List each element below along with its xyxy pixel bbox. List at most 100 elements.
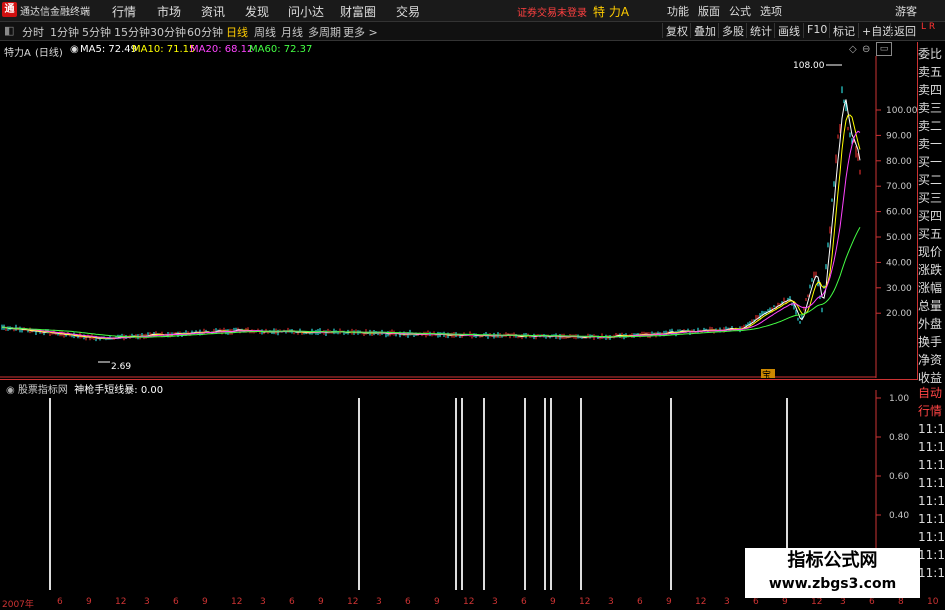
- app-name: 通达信金融终端: [20, 7, 90, 18]
- date-tick-label: 3: [260, 597, 266, 607]
- tool-stats[interactable]: 统计: [746, 23, 775, 38]
- price-tick-label: 40.00: [886, 258, 912, 268]
- menu-discover[interactable]: 发现: [245, 3, 269, 20]
- price-tick-label: 90.00: [886, 131, 912, 141]
- menu-options[interactable]: 选项: [760, 3, 782, 19]
- period-5min[interactable]: 5分钟: [82, 24, 111, 40]
- tick-time: 11:1: [918, 566, 945, 580]
- period-1min[interactable]: 1分钟: [50, 24, 79, 40]
- ma20-value: MA20: 68.12: [190, 44, 254, 55]
- tick-time: 11:1: [918, 494, 945, 508]
- date-tick-label: 12: [695, 597, 707, 607]
- tool-draw[interactable]: 画线: [774, 23, 803, 38]
- quote-field-label: 买四: [918, 209, 943, 223]
- settings-icon[interactable]: ◉: [70, 44, 79, 55]
- kline-chart[interactable]: 100.00 90.00 80.00 70.00 60.00 50.00 40.00 30.0…: [0, 56, 918, 378]
- period-15min[interactable]: 15分钟: [114, 24, 150, 40]
- tick-time: 11:1: [918, 512, 945, 526]
- menu-quotes[interactable]: 行情: [112, 3, 136, 20]
- tool-mark[interactable]: 标记: [829, 23, 858, 38]
- date-tick-label: 3: [144, 597, 150, 607]
- menu-function[interactable]: 功能: [667, 3, 689, 19]
- date-tick-label: 9: [782, 597, 788, 607]
- quote-field-label: 买五: [918, 227, 943, 241]
- tool-adjust[interactable]: 复权: [662, 23, 691, 38]
- lr-switch[interactable]: L R: [921, 23, 935, 32]
- period-intraday[interactable]: 分时: [22, 24, 44, 40]
- quote-field-label: 卖一: [918, 137, 943, 151]
- date-tick-label: 6: [289, 597, 295, 607]
- date-tick-label: 9: [434, 597, 440, 607]
- tool-f10[interactable]: F10: [803, 23, 830, 38]
- tick-time: 11:1: [918, 422, 945, 436]
- title-bar: [0, 0, 945, 22]
- date-tick-label: 12: [463, 597, 475, 607]
- login-warning[interactable]: 证券交易未登录: [517, 4, 587, 19]
- indicator-tick-label: 1.00: [889, 394, 909, 404]
- quote-field-label: 外盘: [918, 317, 943, 331]
- tick-time: 11:1: [918, 530, 945, 544]
- period-weekly[interactable]: 周线: [254, 24, 276, 40]
- indicator-tick-label: 0.40: [889, 511, 909, 521]
- date-tick-label: 3: [492, 597, 498, 607]
- price-tick-label: 70.00: [886, 182, 912, 192]
- tool-overlay[interactable]: 叠加: [690, 23, 719, 38]
- quote-field-label: 买二: [918, 173, 943, 187]
- collapse-icon[interactable]: ⊖: [862, 44, 870, 55]
- diamond-icon[interactable]: ◇: [849, 44, 857, 55]
- date-tick-label: 9: [318, 597, 324, 607]
- ma20-line: [2, 130, 861, 339]
- auto-quote-label[interactable]: 行情: [918, 402, 945, 420]
- ma10-line: [2, 114, 861, 339]
- quote-field-label: 卖二: [918, 119, 943, 133]
- ma10-value: MA10: 71.15: [132, 44, 196, 55]
- period-multi[interactable]: 多周期: [308, 24, 341, 40]
- quote-field-label: 买三: [918, 191, 943, 205]
- date-tick-label: 12: [579, 597, 591, 607]
- price-tick-label: 30.00: [886, 284, 912, 294]
- menu-news[interactable]: 资讯: [201, 3, 225, 20]
- date-tick-label: 3: [376, 597, 382, 607]
- date-tick-label: 6: [753, 597, 759, 607]
- menu-ask[interactable]: 问小达: [288, 3, 324, 20]
- date-tick-label: 12: [231, 597, 243, 607]
- tool-multi-stock[interactable]: 多股: [718, 23, 747, 38]
- tick-time: 11:1: [918, 458, 945, 472]
- auto-quote-label[interactable]: 自动: [918, 384, 945, 402]
- date-tick-label: 9: [666, 597, 672, 607]
- window-toggle-icon[interactable]: ▭: [876, 42, 892, 56]
- period-monthly[interactable]: 月线: [281, 24, 303, 40]
- period-more[interactable]: 更多 >: [343, 24, 378, 40]
- date-tick-label: 2007年: [2, 600, 34, 610]
- period-daily[interactable]: 日线: [226, 24, 248, 40]
- high-price-label: 108.00: [793, 61, 825, 71]
- pane-divider: [0, 379, 918, 380]
- quote-field-label: 换手: [918, 335, 943, 349]
- site-watermark: 指标公式网 www.zbgs3.com: [745, 548, 920, 598]
- menu-trade[interactable]: 交易: [396, 3, 420, 20]
- ma5-value: MA5: 72.49: [80, 44, 138, 55]
- quote-field-label: 现价: [918, 245, 943, 259]
- price-tick-label: 60.00: [886, 208, 912, 218]
- menu-wealth[interactable]: 财富圈: [340, 3, 376, 20]
- menu-market[interactable]: 市场: [157, 3, 181, 20]
- date-tick-label: 3: [608, 597, 614, 607]
- ma60-value: MA60: 72.37: [249, 44, 313, 55]
- period-60min[interactable]: 60分钟: [187, 24, 223, 40]
- quote-field-label: 涨跌: [918, 263, 943, 277]
- back-icon[interactable]: ◧: [4, 24, 14, 37]
- menu-layout[interactable]: 版面: [698, 3, 720, 19]
- date-tick-label: 6: [521, 597, 527, 607]
- tool-back[interactable]: 返回: [890, 23, 919, 38]
- tick-time: 11:1: [918, 440, 945, 454]
- quote-field-label: 卖四: [918, 83, 943, 97]
- menu-formula[interactable]: 公式: [729, 3, 751, 19]
- quote-field-label: 委比: [918, 47, 943, 61]
- quote-field-label: 买一: [918, 155, 943, 169]
- guest-label[interactable]: 游客: [895, 3, 917, 19]
- event-marker[interactable]: 宝: [762, 369, 771, 378]
- price-tick-label: 50.00: [886, 233, 912, 243]
- period-30min[interactable]: 30分钟: [150, 24, 186, 40]
- date-tick-label: 8: [898, 597, 904, 607]
- indicator-tick-label: 0.60: [889, 472, 909, 482]
